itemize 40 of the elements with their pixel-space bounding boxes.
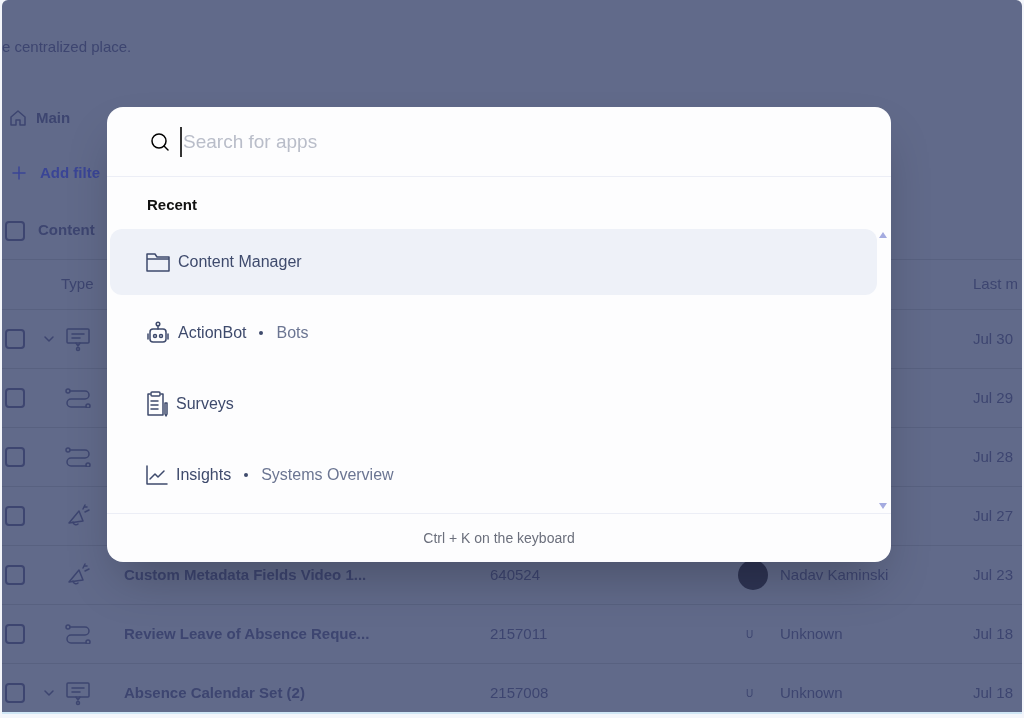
home-icon	[9, 109, 27, 127]
app-result-item[interactable]: Content Manager	[110, 229, 877, 295]
chevron-down-icon[interactable]	[43, 689, 55, 697]
megaphone-icon	[65, 562, 91, 588]
message-icon	[65, 326, 91, 352]
robot-icon	[146, 321, 170, 345]
checkbox[interactable]	[5, 565, 25, 585]
checkbox[interactable]	[5, 329, 25, 349]
checkbox[interactable]	[5, 506, 25, 526]
app-section: Bots	[276, 321, 309, 345]
flow-icon	[65, 447, 91, 467]
search-field[interactable]: Search for apps	[180, 126, 820, 157]
checkbox[interactable]	[5, 683, 25, 703]
clipboard-icon	[146, 391, 168, 417]
folder-icon	[146, 252, 170, 272]
message-icon	[65, 680, 91, 706]
checkbox[interactable]	[5, 447, 25, 467]
app-name: Surveys	[176, 394, 234, 414]
search-icon	[150, 131, 170, 152]
app-result-item[interactable]: Surveys	[110, 371, 877, 437]
checkbox[interactable]	[5, 388, 25, 408]
scroll-down-icon[interactable]	[879, 503, 887, 509]
app-section: Systems Overview	[261, 463, 394, 487]
line-chart-icon	[146, 465, 168, 485]
app-result-item[interactable]: Insights Systems Overview	[110, 442, 877, 508]
app-result-item[interactable]: ActionBot Bots	[110, 300, 877, 366]
section-heading: Recent	[146, 195, 199, 215]
app-name: ActionBot	[178, 323, 247, 343]
app-name: Insights	[176, 465, 232, 485]
megaphone-icon	[65, 503, 91, 529]
app-name: Content Manager	[178, 252, 302, 272]
checkbox[interactable]	[5, 220, 25, 241]
chevron-down-icon[interactable]	[43, 335, 55, 343]
avatar	[738, 560, 768, 590]
keyboard-shortcut-hint: Ctrl + K on the keyboard	[423, 528, 575, 548]
flow-icon	[65, 624, 91, 644]
plus-icon	[12, 166, 26, 180]
flow-icon	[65, 388, 91, 408]
scroll-up-icon[interactable]	[879, 232, 887, 238]
checkbox[interactable]	[5, 624, 25, 644]
